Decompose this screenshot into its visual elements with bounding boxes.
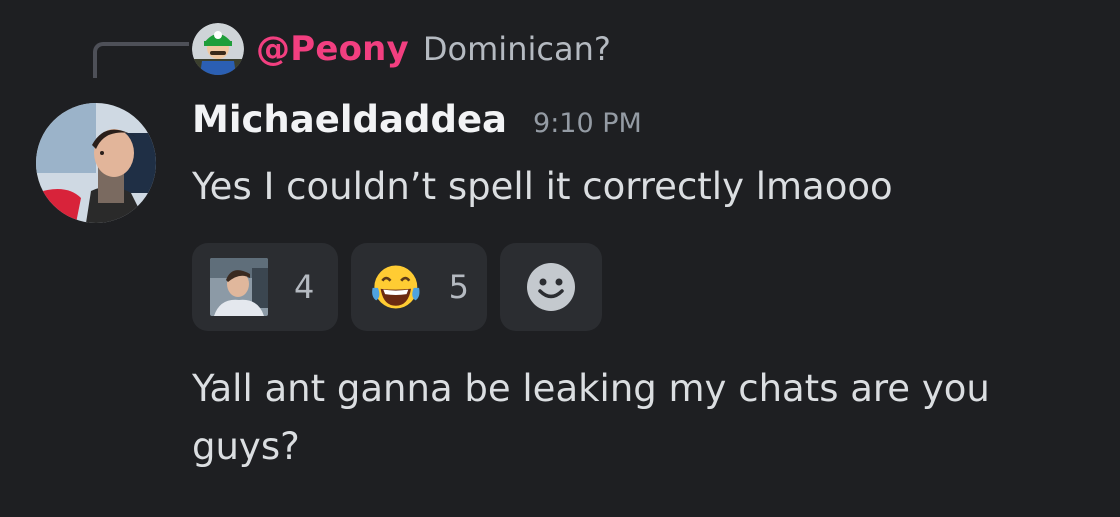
reply-connector-line — [93, 42, 189, 78]
reaction-custom-photo[interactable]: 4 — [192, 243, 338, 331]
chat-message: @Peony Dominican? Michaeldaddea 9:10 PM … — [0, 0, 1120, 517]
message-text: Yall ant ganna be leaking my chats are y… — [192, 367, 990, 468]
reaction-joy[interactable]: 5 — [351, 243, 487, 331]
add-reaction-button[interactable] — [500, 243, 602, 331]
reply-preview[interactable]: @Peony Dominican? — [192, 23, 611, 75]
reply-avatar[interactable] — [192, 23, 244, 75]
custom-photo-emoji-icon — [210, 258, 268, 316]
user-avatar[interactable] — [36, 103, 156, 223]
add-reaction-smiley-icon — [527, 263, 575, 311]
reaction-count: 5 — [448, 268, 469, 306]
message-text: Yes I couldn’t spell it correctly lmaooo — [192, 165, 893, 208]
message-header: Michaeldaddea 9:10 PM — [192, 98, 642, 141]
reply-text[interactable]: Dominican? — [423, 30, 611, 68]
timestamp[interactable]: 9:10 PM — [533, 108, 642, 139]
reactions-bar: 4 5 — [192, 243, 602, 331]
reply-author[interactable]: @Peony — [256, 29, 409, 69]
joy-tears-emoji-icon — [372, 265, 420, 309]
username[interactable]: Michaeldaddea — [192, 98, 507, 141]
reaction-count: 4 — [294, 268, 315, 306]
